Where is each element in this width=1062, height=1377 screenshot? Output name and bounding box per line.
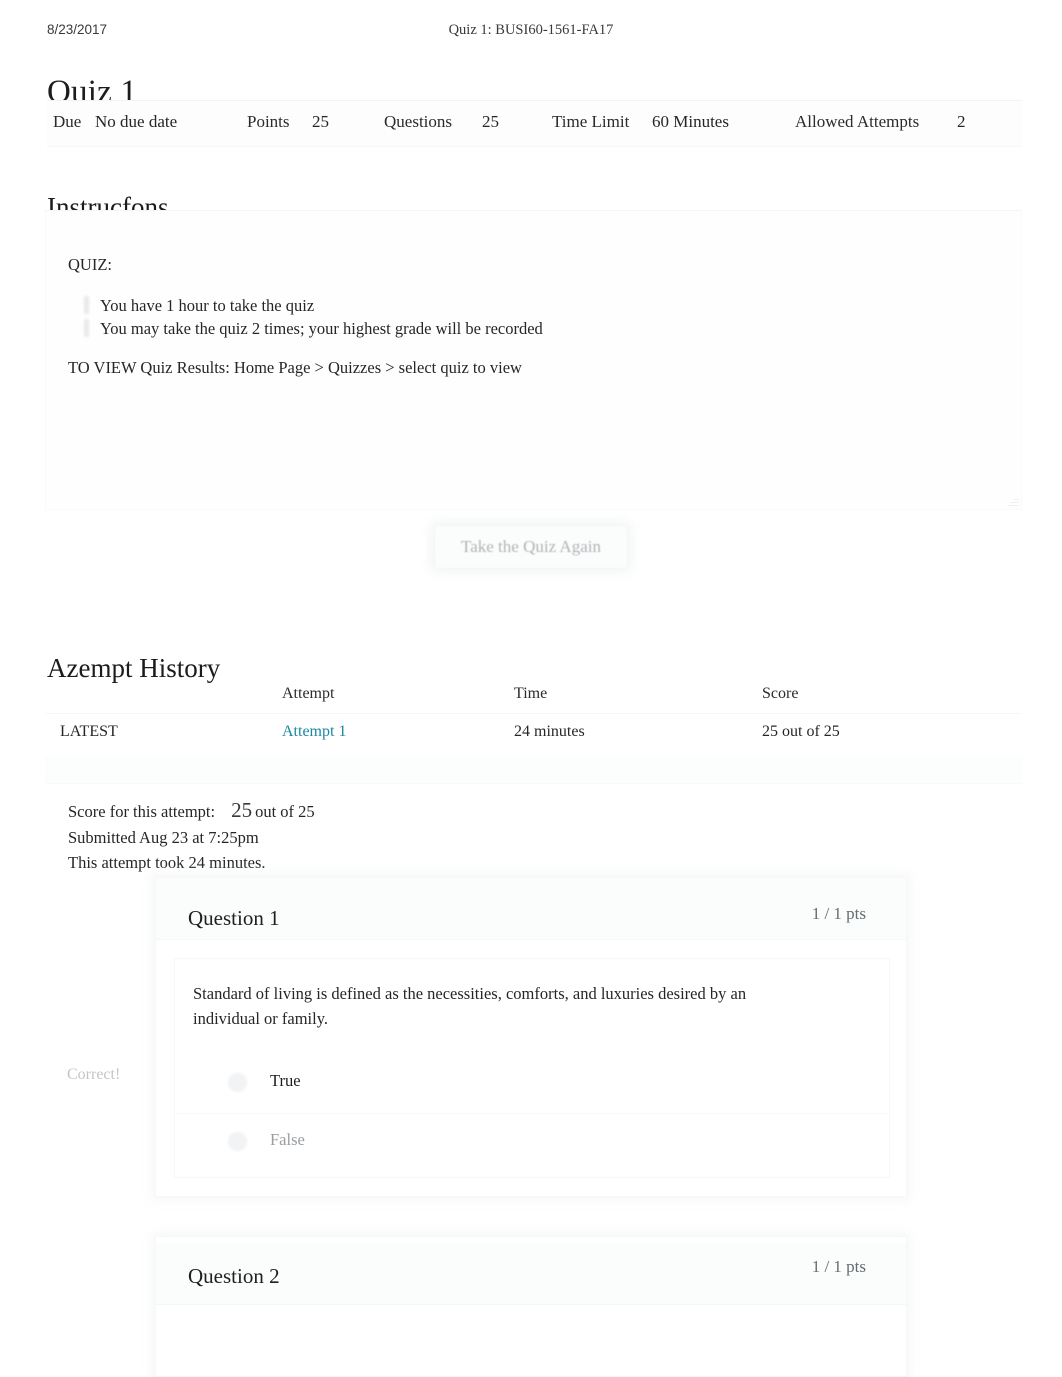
attempt-kept-badge: LATEST [60, 723, 118, 740]
allowed-attempts-label: Allowed Attempts [795, 112, 920, 131]
take-quiz-again-button[interactable]: Take the Quiz Again [434, 525, 628, 569]
due-label: Due [53, 112, 82, 131]
column-header-score: Score [762, 685, 799, 702]
due-value: No due date [95, 112, 178, 131]
score-label: Score for this attempt: [68, 802, 216, 821]
answer-option-false[interactable]: False [175, 1113, 889, 1172]
answer-label: True [270, 1071, 301, 1090]
points-label: Points [247, 112, 290, 131]
list-item: You have 1 hour to take the quiz [100, 294, 543, 317]
question-card-1: Question 1 1 / 1 pts Standard of living … [155, 877, 907, 1197]
answer-options: True False [175, 1055, 889, 1172]
quiz-detail-bar: Due No due date Points 25 Questions 25 T… [47, 100, 1022, 147]
attempt-history-table: Attempt Time Score LATEST Attempt 1 24 m… [45, 676, 1022, 759]
score-suffix: out of 25 [255, 802, 315, 821]
questions-value: 25 [482, 112, 499, 131]
question-card-2: Question 2 1 / 1 pts [155, 1236, 907, 1377]
resize-handle-icon[interactable] [1006, 495, 1019, 508]
answer-label: False [270, 1130, 305, 1149]
radio-button-icon[interactable] [228, 1132, 247, 1151]
question-verdict-correct: Correct! [67, 1066, 121, 1083]
instructions-quiz-label: QUIZ: [68, 255, 112, 274]
table-row: LATEST Attempt 1 24 minutes 25 out of 25 [45, 714, 1022, 759]
answer-option-true[interactable]: True [175, 1055, 889, 1113]
attempt-link[interactable]: Attempt 1 [282, 723, 346, 741]
column-header-time: Time [514, 685, 548, 702]
document-title: Quiz 1: BUSI60-1561-FA17 [448, 22, 614, 38]
question-title: Question 2 [188, 1264, 280, 1288]
score-for-attempt-line: Score for this attempt: 25 out of 25 [68, 798, 315, 825]
attempt-score: 25 out of 25 [762, 723, 840, 740]
duration-line: This attempt took 24 minutes. [68, 853, 266, 872]
print-header: 8/23/2017 Quiz 1: BUSI60-1561-FA17 [0, 22, 1062, 44]
points-value: 25 [312, 112, 329, 131]
question-text: Standard of living is defined as the nec… [193, 984, 747, 1028]
attempt-time: 24 minutes [514, 723, 585, 740]
retake-button-container: Take the Quiz Again [0, 525, 1062, 569]
radio-button-icon[interactable] [228, 1073, 247, 1092]
submitted-line: Submitted Aug 23 at 7:25pm [68, 827, 259, 847]
column-header-attempt: Attempt [282, 685, 335, 702]
question-title: Question 1 [188, 906, 280, 930]
table-header-row: Attempt Time Score [45, 676, 1022, 714]
list-item: You may take the quiz 2 times; your high… [100, 319, 543, 338]
question-points: 1 / 1 pts [811, 1257, 866, 1276]
attempt-history-table-footer [45, 757, 1022, 784]
instructions-bullet-list: You have 1 hour to take the quiz You may… [78, 294, 543, 340]
questions-label: Questions [384, 112, 452, 131]
allowed-attempts-value: 2 [957, 112, 966, 131]
score-summary: Score for this attempt: 25 out of 25 Submi… [68, 798, 315, 876]
time-limit-label: Time Limit [552, 112, 630, 131]
time-limit-value: 60 Minutes [652, 112, 729, 131]
score-value: 25 [231, 798, 253, 822]
question-points: 1 / 1 pts [811, 904, 866, 923]
instructions-view-note: TO VIEW Quiz Results: Home Page > Quizze… [68, 358, 522, 377]
question-body: Standard of living is defined as the nec… [174, 958, 890, 1178]
